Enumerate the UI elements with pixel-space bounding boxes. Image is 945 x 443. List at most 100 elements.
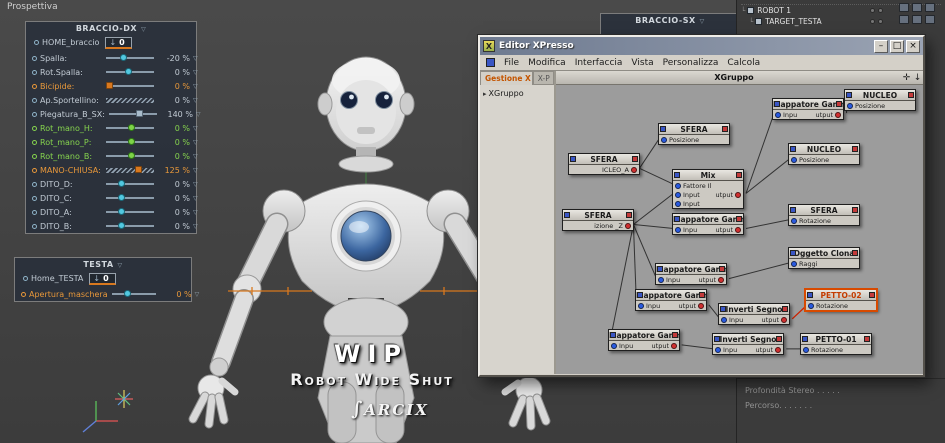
slider-track[interactable] [106,152,154,159]
input-port[interactable]: Input [675,191,700,199]
menu-interfaccia[interactable]: Interfaccia [575,58,623,68]
node-sfera-posizione[interactable]: SFERA Posizione [658,123,730,145]
collapse-arrow-icon[interactable]: ▽ [193,153,198,160]
input-port[interactable]: Inpu [611,342,633,350]
collapse-arrow-icon[interactable]: ▽ [700,18,705,25]
slider-track[interactable] [106,82,154,89]
input-port[interactable]: Rotazione [791,217,831,225]
close-button[interactable]: × [906,39,920,53]
collapse-arrow-icon[interactable]: ▽ [193,181,198,188]
group-header[interactable]: . XGruppo ✛ ↓ [556,71,923,85]
collapse-arrow-icon[interactable]: ▽ [193,55,198,62]
collapse-arrow-icon[interactable]: ▽ [118,262,123,269]
node-canvas[interactable]: SFERA Posizione SFERA ICLEO_A Mix Fattor… [556,85,923,374]
slider-track[interactable] [106,194,154,201]
collapse-arrow-icon[interactable]: ▽ [193,223,198,230]
collapse-arrow-icon[interactable]: ▽ [196,111,201,118]
slider-track[interactable] [106,138,154,145]
output-port[interactable]: utput [816,111,841,119]
visibility-dots-icon[interactable] [870,19,883,24]
outputs-corner-icon[interactable] [736,216,742,222]
expand-arrow-icon[interactable]: ▸ [483,90,487,98]
outputs-corner-icon[interactable] [672,332,678,338]
node-sfera-posizione-z[interactable]: SFERA izione _Z [562,209,634,231]
node-mappatore-gamma[interactable]: Mappatore Gamma Inpuutput [608,329,680,351]
input-port[interactable]: Inpu [658,276,680,284]
minimize-button[interactable]: – [874,39,888,53]
menu-grip-icon[interactable] [486,58,495,67]
input-port[interactable]: Rotazione [803,346,843,354]
om-icon-grid[interactable] [899,3,941,24]
output-port[interactable]: utput [716,226,741,234]
inputs-corner-icon[interactable] [720,306,726,312]
inputs-corner-icon[interactable] [714,336,720,342]
inputs-corner-icon[interactable] [570,156,576,162]
outputs-corner-icon[interactable] [864,336,870,342]
output-port[interactable]: utput [762,316,787,324]
output-port[interactable]: utput [652,342,677,350]
slider-track[interactable] [108,110,157,117]
collapse-arrow-icon[interactable]: ▽ [193,97,198,104]
collapse-arrow-icon[interactable]: ▽ [193,83,198,90]
input-port[interactable]: Input [675,200,700,208]
robot-torso[interactable] [287,183,445,314]
visibility-dots-icon[interactable] [870,8,883,13]
outputs-corner-icon[interactable] [852,207,858,213]
node-mappatore-gamma[interactable]: Mappatore Gamm Inpu utput [772,98,844,120]
outputs-corner-icon[interactable] [852,250,858,256]
collapse-arrow-icon[interactable]: ▽ [193,139,198,146]
zoom-icon[interactable]: ↓ [912,73,923,83]
input-port[interactable]: Posizione [847,102,885,110]
inputs-corner-icon[interactable] [657,266,663,272]
tree-item-xgruppo[interactable]: XGruppo [489,89,524,98]
inputs-corner-icon[interactable] [674,172,680,178]
attribute-row[interactable]: Percorso. . . . . . . [745,401,938,416]
menu-vista[interactable]: Vista [631,58,653,68]
slider-track[interactable] [106,208,154,215]
slider-track[interactable] [106,180,154,187]
attribute-row[interactable]: Profondità Stereo . . . . . [745,386,938,401]
inputs-corner-icon[interactable] [846,92,852,98]
output-port[interactable]: utput [699,276,724,284]
slider-track[interactable] [111,290,156,297]
pan-icon[interactable]: ✛ [901,73,912,83]
node-inverti-segno[interactable]: Inverti Segno Inpu utput [718,303,790,325]
inputs-corner-icon[interactable] [774,101,780,107]
outputs-corner-icon[interactable] [719,266,725,272]
slider-track[interactable] [106,165,154,173]
output-port[interactable]: utput [679,302,704,310]
collapse-arrow-icon[interactable]: ▽ [193,195,198,202]
outputs-corner-icon[interactable] [782,306,788,312]
node-mappatore-gamma[interactable]: Mappatore Gamma Inpuutput [672,213,744,235]
collapse-arrow-icon[interactable]: ▽ [141,26,146,33]
inputs-corner-icon[interactable] [637,292,643,298]
output-port[interactable]: ICLEO_A [602,166,637,174]
inputs-corner-icon[interactable] [660,126,666,132]
menu-modifica[interactable]: Modifica [528,58,566,68]
inputs-corner-icon[interactable] [564,212,570,218]
input-port[interactable]: Inpu [775,111,797,119]
outputs-corner-icon[interactable] [776,336,782,342]
collapse-arrow-icon[interactable]: ▽ [195,291,200,298]
node-nucleo-1[interactable]: NUCLEO Posizione [844,89,916,111]
menu-calcola[interactable]: Calcola [727,58,760,68]
node-mappatore-gamma[interactable]: Mappatore Gamma Inpuutput [635,289,707,311]
input-port[interactable]: Posizione [791,156,829,164]
input-port[interactable]: Inpu [715,346,737,354]
menu-personalizza[interactable]: Personalizza [663,58,719,68]
maximize-button[interactable]: □ [890,39,904,53]
input-port[interactable]: Posizione [661,136,699,144]
inputs-corner-icon[interactable] [610,332,616,338]
light-object-icon[interactable] [115,390,133,408]
tab-x-pool[interactable]: X-P [532,71,554,85]
input-port[interactable]: Inpu [638,302,660,310]
node-inverti-segno[interactable]: Inverti Segno Inpu utput [712,333,784,355]
slider-track[interactable] [106,222,154,229]
input-port[interactable]: Raggi [791,260,817,268]
node-mappatore-gamma[interactable]: Mappatore Gamma Inpuutput [655,263,727,285]
slider-track[interactable] [106,54,154,61]
outputs-corner-icon[interactable] [869,292,875,298]
slider-track[interactable] [106,97,154,103]
home-value-box[interactable]: ↓ 0 [89,272,116,285]
collapse-arrow-icon[interactable]: ▽ [193,209,198,216]
